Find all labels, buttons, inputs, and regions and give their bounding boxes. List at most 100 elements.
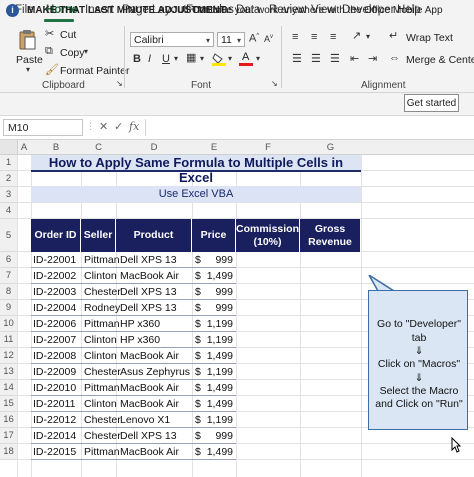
align-top-icon[interactable]: ≡ bbox=[292, 32, 298, 43]
copy-icon[interactable]: ⧉ bbox=[45, 46, 53, 57]
cell-order-id: ID-22003 bbox=[33, 286, 77, 298]
wrap-text-icon[interactable]: ↵ bbox=[389, 31, 398, 42]
font-size-value: 11 bbox=[221, 34, 232, 46]
info-icon: i bbox=[6, 4, 19, 17]
get-started-button[interactable]: Get started bbox=[404, 94, 459, 112]
brush-icon[interactable]: 🖌 bbox=[45, 65, 59, 76]
chevron-down-icon[interactable]: ▾ bbox=[256, 55, 260, 63]
copy-button[interactable]: Copy bbox=[60, 47, 85, 59]
cell-order-id: ID-22015 bbox=[33, 446, 77, 458]
scissors-icon[interactable]: ✂ bbox=[45, 29, 54, 40]
align-middle-icon[interactable]: ≡ bbox=[311, 32, 317, 43]
decrease-indent-icon[interactable]: ⇤ bbox=[350, 54, 359, 65]
cut-button[interactable]: Cut bbox=[60, 29, 76, 41]
cell-product: Dell XPS 13 bbox=[120, 430, 177, 442]
cell-seller: Chester bbox=[84, 430, 121, 442]
fill-color-icon[interactable] bbox=[212, 52, 226, 66]
group-divider bbox=[281, 26, 282, 88]
cancel-icon[interactable]: ✕ bbox=[99, 120, 108, 133]
align-center-icon[interactable]: ☰ bbox=[311, 54, 321, 65]
chevron-down-icon[interactable]: ▾ bbox=[84, 48, 88, 56]
column-header-d[interactable]: D bbox=[116, 141, 192, 154]
row-header[interactable]: 1 bbox=[0, 155, 17, 171]
chevron-down-icon[interactable]: ▾ bbox=[228, 55, 232, 63]
row-header[interactable]: 2 bbox=[0, 171, 17, 187]
chevron-down-icon[interactable]: ▾ bbox=[200, 55, 204, 63]
cell-product: Asus Zephyrus bbox=[120, 366, 191, 378]
cell-price: 1,199 bbox=[206, 366, 233, 378]
row-header[interactable]: 17 bbox=[0, 428, 17, 444]
bold-button[interactable]: B bbox=[133, 54, 141, 65]
increase-indent-icon[interactable]: ⇥ bbox=[368, 54, 377, 65]
header-commission: Commission (10%) bbox=[236, 219, 300, 252]
cell-product: Dell XPS 13 bbox=[120, 286, 177, 298]
decrease-font-icon[interactable]: Av bbox=[264, 34, 273, 44]
cell-product: MacBook Air bbox=[120, 398, 179, 410]
name-box[interactable]: M10 bbox=[3, 119, 83, 136]
callout-line: Go to "Developer" bbox=[377, 318, 461, 330]
align-right-icon[interactable]: ☰ bbox=[330, 54, 340, 65]
column-header-c[interactable]: C bbox=[81, 141, 116, 154]
row-header[interactable]: 10 bbox=[0, 316, 17, 332]
align-left-icon[interactable]: ☰ bbox=[292, 54, 302, 65]
insert-function-icon[interactable]: fx bbox=[129, 120, 139, 133]
row-header[interactable]: 12 bbox=[0, 348, 17, 364]
column-header-e[interactable]: E bbox=[192, 141, 236, 154]
row-header[interactable]: 5 bbox=[0, 219, 17, 252]
row-header[interactable]: 15 bbox=[0, 396, 17, 412]
merge-icon[interactable]: ⇔ bbox=[389, 53, 400, 64]
cell-price: 999 bbox=[215, 430, 233, 442]
merge-center-button[interactable]: Merge & Center bbox=[406, 54, 474, 66]
row-header[interactable]: 16 bbox=[0, 412, 17, 428]
cell-product: Dell XPS 13 bbox=[120, 254, 177, 266]
cell-product: MacBook Air bbox=[120, 382, 179, 394]
row-header[interactable]: 4 bbox=[0, 203, 17, 219]
align-bottom-icon[interactable]: ≡ bbox=[330, 32, 336, 43]
row-header[interactable]: 11 bbox=[0, 332, 17, 348]
chevron-down-icon[interactable]: ▾ bbox=[174, 55, 178, 63]
row-header[interactable]: 13 bbox=[0, 364, 17, 380]
row-header[interactable]: 7 bbox=[0, 268, 17, 284]
enter-icon[interactable]: ✓ bbox=[114, 120, 123, 133]
row-header[interactable]: 9 bbox=[0, 300, 17, 316]
cell-price: 999 bbox=[215, 302, 233, 314]
column-header-g[interactable]: G bbox=[300, 141, 361, 154]
header-price: Price bbox=[192, 219, 236, 252]
cell-seller: Clinton bbox=[84, 334, 117, 346]
underline-button[interactable]: U bbox=[162, 54, 170, 65]
chevron-down-icon: ▾ bbox=[236, 36, 241, 45]
font-size-select[interactable]: 11 ▾ bbox=[217, 32, 245, 47]
column-header-b[interactable]: B bbox=[31, 141, 81, 154]
row-header[interactable]: 14 bbox=[0, 380, 17, 396]
dialog-launcher-icon[interactable]: ↘ bbox=[116, 80, 123, 88]
group-divider bbox=[124, 26, 125, 88]
cell-price: 1,499 bbox=[206, 270, 233, 282]
font-color-icon[interactable]: A bbox=[239, 51, 253, 66]
cell-seller: Chester bbox=[84, 286, 121, 298]
column-header-a[interactable]: A bbox=[17, 141, 31, 154]
font-name-select[interactable]: Calibri ▾ bbox=[130, 32, 214, 47]
wrap-text-button[interactable]: Wrap Text bbox=[406, 32, 453, 44]
borders-icon[interactable]: ▦ bbox=[186, 53, 196, 64]
cell-seller: Pittman bbox=[84, 382, 120, 394]
row-header[interactable]: 8 bbox=[0, 284, 17, 300]
callout-line: and Click on "Run" bbox=[375, 398, 463, 410]
italic-button[interactable]: I bbox=[148, 54, 151, 65]
format-painter-button[interactable]: Format Painter bbox=[60, 65, 129, 77]
cell-currency: $ bbox=[195, 446, 201, 458]
row-header[interactable]: 18 bbox=[0, 444, 17, 460]
cell-product: Lenovo X1 bbox=[120, 414, 171, 426]
orientation-icon[interactable]: ↗ bbox=[352, 31, 361, 42]
select-all-corner[interactable] bbox=[0, 140, 18, 154]
column-header-f[interactable]: F bbox=[236, 141, 300, 154]
increase-font-icon[interactable]: A^ bbox=[249, 33, 259, 45]
cell-product: HP x360 bbox=[120, 318, 161, 330]
paste-icon[interactable] bbox=[17, 29, 37, 51]
dialog-launcher-icon[interactable]: ↘ bbox=[271, 80, 278, 88]
chevron-down-icon[interactable]: ▾ bbox=[366, 33, 370, 41]
mouse-cursor-icon bbox=[451, 436, 462, 453]
row-header[interactable]: 6 bbox=[0, 252, 17, 268]
formula-input[interactable] bbox=[145, 119, 472, 136]
row-header[interactable]: 3 bbox=[0, 187, 17, 203]
chevron-down-icon[interactable]: ▾ bbox=[26, 66, 30, 74]
